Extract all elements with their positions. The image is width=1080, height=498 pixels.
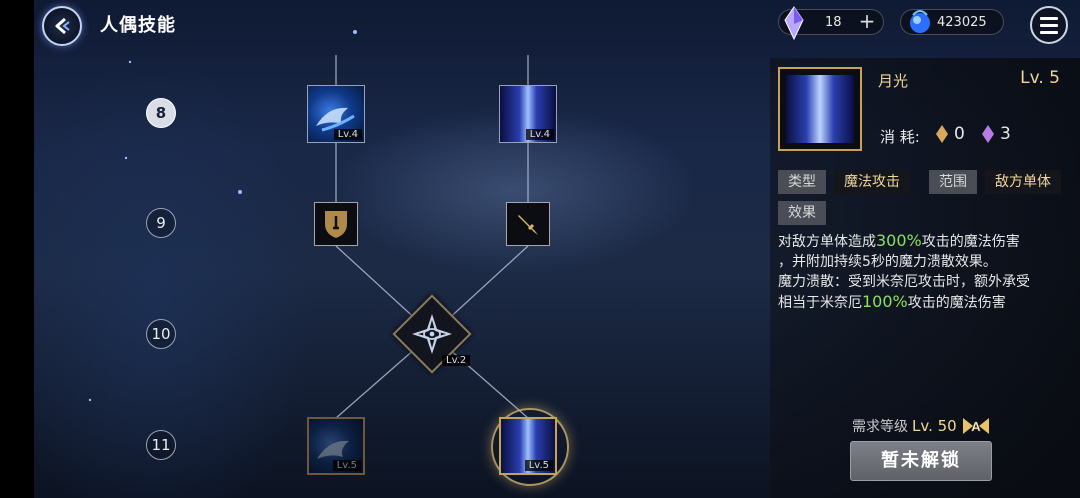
- skill-level-tag: Lv.4: [525, 129, 554, 140]
- desc-text: 攻击的魔法伤害: [921, 234, 1020, 250]
- skill-node-tier9-shield[interactable]: [314, 202, 358, 246]
- type-key: 类型: [778, 170, 826, 194]
- unlock-button[interactable]: 暂未解锁: [850, 441, 992, 481]
- level-requirement: 需求等级 Lv. 50 A: [852, 414, 991, 438]
- skill-level-tag: Lv.5: [524, 460, 553, 471]
- shield-icon: [325, 211, 347, 238]
- desc-line-3: 魔力溃散：受到米奈厄攻击时，额外承受: [778, 274, 1030, 290]
- desc-highlight: 300%: [876, 231, 922, 250]
- menu-icon-line: [1040, 23, 1058, 27]
- page-title: 人偶技能: [100, 15, 176, 36]
- add-crystal-button[interactable]: +: [857, 11, 877, 32]
- req-label: 需求等级: [852, 419, 908, 435]
- cost-purple-value: 3: [1000, 124, 1011, 144]
- menu-icon-line: [1040, 30, 1058, 34]
- skill-level: Lv. 5: [1020, 68, 1060, 88]
- mana-count: 423025: [937, 14, 987, 30]
- tier-label-11: 11: [146, 430, 176, 460]
- desc-text: 相当于米奈厄: [778, 295, 862, 311]
- mana-currency: 423025: [900, 9, 1004, 35]
- tier-label-10: 10: [146, 319, 176, 349]
- skill-node-tier11-wave[interactable]: Lv.5: [307, 417, 365, 475]
- gold-diamond-icon: [936, 125, 948, 143]
- menu-button[interactable]: [1030, 6, 1068, 44]
- skill-level-tag: Lv.4: [333, 129, 362, 140]
- type-value: 魔法攻击: [834, 170, 910, 194]
- crystal-currency: 18 +: [778, 6, 884, 40]
- skill-node-tier8-wave[interactable]: Lv.4: [307, 85, 365, 143]
- desc-highlight: 100%: [862, 292, 908, 311]
- tier-label-8: 8: [146, 98, 176, 128]
- crystal-count: 18: [825, 14, 842, 30]
- crystal-icon: [784, 6, 804, 40]
- skill-level-tag: Lv.5: [332, 460, 361, 471]
- desc-line-2: ，并附加持续5秒的魔力溃散效果。: [778, 254, 997, 270]
- skill-node-tier8-moonlight[interactable]: Lv.4: [499, 85, 557, 143]
- cost-gold-value: 0: [954, 124, 965, 144]
- svg-text:A: A: [971, 419, 981, 434]
- effect-key: 效果: [778, 201, 826, 225]
- left-black-strip: [0, 0, 34, 498]
- cost-label: 消 耗:: [880, 128, 920, 146]
- skill-name: 月光: [878, 72, 909, 90]
- skill-node-tier9-sword[interactable]: [506, 202, 550, 246]
- menu-icon-line: [1040, 16, 1058, 20]
- skill-detail-icon: [778, 67, 862, 151]
- req-level: Lv. 50: [912, 417, 957, 435]
- back-button[interactable]: [42, 6, 82, 46]
- desc-line-4: 相当于米奈厄100%攻击的魔法伤害: [778, 292, 1074, 313]
- desc-line-1: 对敌方单体造成300%攻击的魔法伤害: [778, 231, 1074, 252]
- moonlight-skill-icon: [786, 75, 854, 143]
- tier-label-9: 9: [146, 208, 176, 238]
- back-arrow-icon: [55, 17, 70, 35]
- desc-text: 攻击的魔法伤害: [907, 295, 1006, 311]
- desc-text: 对敌方单体造成: [778, 234, 876, 250]
- eye-star-icon[interactable]: [410, 312, 454, 356]
- skill-level-tag: Lv.2: [442, 355, 471, 366]
- skill-description: 对敌方单体造成300%攻击的魔法伤害 ，并附加持续5秒的魔力溃散效果。 魔力溃散…: [778, 231, 1074, 313]
- mana-orb-icon: [910, 10, 930, 33]
- skill-node-tier11-moonlight-selected[interactable]: Lv.5: [499, 417, 557, 475]
- range-key: 范围: [929, 170, 977, 194]
- range-value: 敌方单体: [985, 170, 1061, 194]
- cost-gold: 0: [936, 124, 965, 144]
- purple-diamond-icon: [982, 125, 994, 143]
- rank-badge-icon: A: [962, 418, 989, 434]
- cost-purple: 3: [982, 124, 1011, 144]
- sword-icon: [518, 215, 538, 235]
